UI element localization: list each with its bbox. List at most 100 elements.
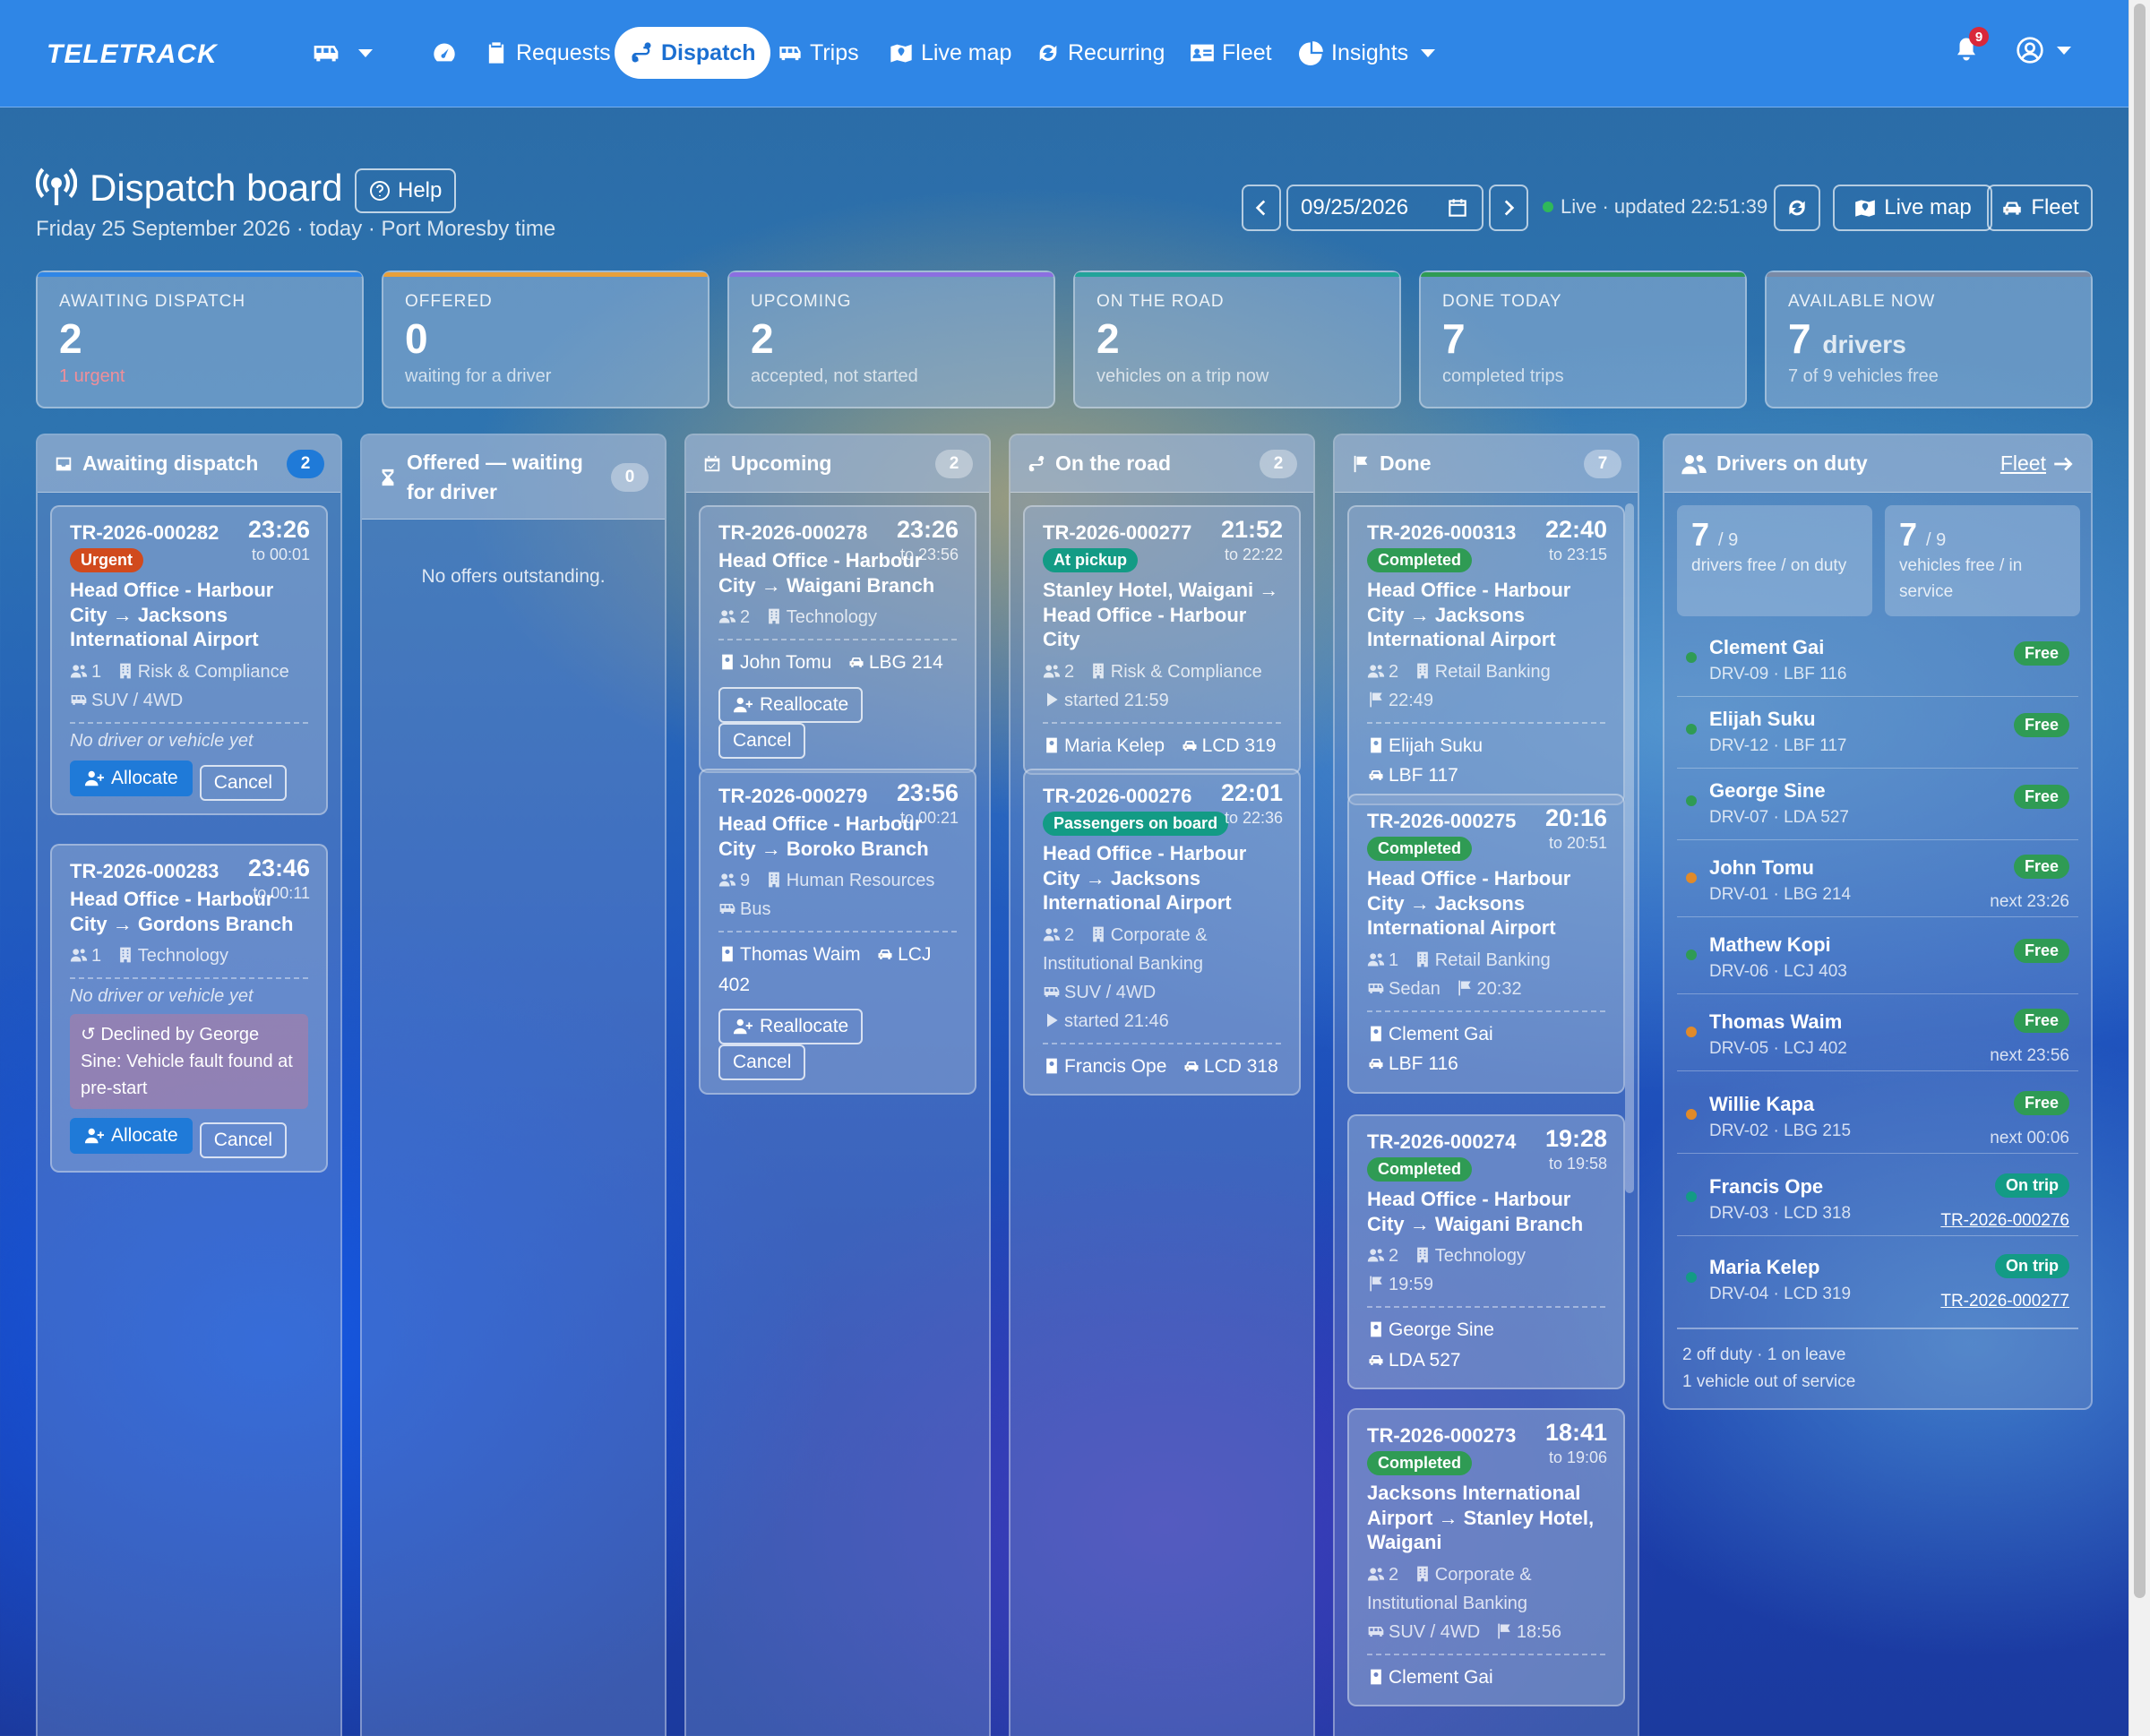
building-icon [1089,662,1107,680]
repeat-icon [1039,44,1057,62]
fleet-button[interactable]: Fleet [1987,185,2093,231]
nav-dispatch[interactable]: Dispatch [615,27,770,79]
driver-row[interactable]: Maria Kelep DRV-04 · LCD 319 On trip TR-202… [1677,1245,2078,1317]
next-day-button[interactable] [1489,185,1528,231]
stat-card[interactable]: UPCOMING 2 accepted, not started [727,271,1055,408]
cancel-button[interactable]: Cancel [718,722,806,759]
reallocate-label: Reallocate [760,1016,849,1037]
stat-card[interactable]: AVAILABLE NOW 7 drivers 7 of 9 vehicles fr… [1765,271,2093,408]
page-scrollbar[interactable] [2128,0,2150,1736]
cancel-button[interactable]: Cancel [199,764,288,801]
passenger-count: 2 [1389,1246,1399,1266]
nav-insights[interactable]: Insights [1285,27,1449,79]
nav-fleet-label: Fleet [1222,39,1272,65]
driver-row[interactable]: Willie Kapa DRV-02 · LBG 215 Free next 00:0… [1677,1082,2078,1154]
vehicle-type: SUV / 4WD [1064,982,1157,1002]
trip-card[interactable]: TR-2026-000273 18:41 to 19:06 Completed Jack… [1347,1408,1625,1707]
passenger-count: 2 [1389,1564,1399,1585]
stat-card[interactable]: AWAITING DISPATCH 2 1 urgent [36,271,364,408]
driver-row[interactable]: Clement Gai DRV-09 · LBF 116 Free [1677,625,2078,697]
current-trip-link[interactable]: TR-2026-000276 [1940,1211,2069,1231]
passengers-icon [1367,1246,1385,1264]
drivers-free-count: 7 [1691,516,1710,553]
driver-name: Maria Kelep [1709,1256,1820,1278]
column-offered: Offered — waiting for driver 0 No offers… [360,434,666,1736]
driver-row[interactable]: Francis Ope DRV-03 · LCD 318 On trip TR-202… [1677,1164,2078,1236]
card-divider [718,639,957,640]
fleet-link[interactable]: Fleet [2000,451,2075,476]
allocate-button[interactable]: Allocate [70,760,193,796]
cancel-button[interactable]: Cancel [718,1044,806,1081]
vehicle-menu[interactable] [292,27,387,79]
teletrack-logo[interactable]: TELETRACK [47,39,218,70]
stat-number: 7 [1442,315,1466,362]
current-trip-link[interactable]: TR-2026-000277 [1940,1292,2069,1311]
driver-code: DRV-07 · LDA 527 [1709,808,1849,827]
driver-name: Francis Ope [1709,1175,1824,1198]
trip-card[interactable]: TR-2026-000278 23:26 to 23:56 Head Office -… [699,505,976,773]
calendar-icon[interactable] [1446,196,1469,219]
column-drivers-on-duty: Drivers on duty Fleet 7 / 9 drivers free… [1663,434,2093,1410]
trip-id[interactable]: TR-2026-000277 [1043,521,1191,545]
driver-row[interactable]: Elijah Suku DRV-12 · LBF 117 Free [1677,697,2078,769]
trip-card[interactable]: TR-2026-000276 22:01 to 22:36 Passengers on… [1023,769,1301,1096]
car-icon [1181,736,1199,754]
trip-id[interactable]: TR-2026-000275 [1367,810,1516,833]
trip-card[interactable]: TR-2026-000274 19:28 to 19:58 Completed Head… [1347,1114,1625,1390]
passenger-count: 1 [1389,950,1399,970]
driver-row[interactable]: Thomas Waim DRV-05 · LCJ 402 Free next 23:5… [1677,1000,2078,1071]
user-menu[interactable] [2016,36,2071,64]
vehicle-type: SUV / 4WD [91,690,184,710]
gauge-icon [434,43,455,62]
cancel-label: Cancel [213,771,273,793]
user-plus-icon [84,769,104,788]
reallocate-button[interactable]: Reallocate [718,1009,864,1045]
trip-id[interactable]: TR-2026-000274 [1367,1130,1516,1154]
stat-card[interactable]: OFFERED 0 waiting for a driver [382,271,710,408]
arrow-right-icon: → [1259,579,1279,601]
driver-row[interactable]: George Sine DRV-07 · LDA 527 Free [1677,769,2078,840]
nav-live-map[interactable]: Live map [874,27,1026,79]
stat-card[interactable]: DONE TODAY 7 completed trips [1419,271,1747,408]
trip-card[interactable]: TR-2026-000275 20:16 to 20:51 Completed Head… [1347,794,1625,1094]
trip-card[interactable]: TR-2026-000277 21:52 to 22:22 At pickup Stan… [1023,505,1301,776]
scrollbar-thumb[interactable] [2134,4,2146,1598]
trip-card[interactable]: TR-2026-000283 23:46 to 00:11 Head Office -… [50,844,328,1173]
department: Retail Banking [1434,661,1551,682]
car-icon [778,40,803,65]
nav-trips[interactable]: Trips [763,27,873,79]
stat-card[interactable]: ON THE ROAD 2 vehicles on a trip now [1073,271,1401,408]
trip-id[interactable]: TR-2026-000276 [1043,785,1191,808]
trip-card[interactable]: TR-2026-000313 22:40 to 23:15 Completed Head… [1347,505,1625,805]
route-to: Waigani Branch [1434,1212,1584,1235]
stat-accent-bar [1075,272,1399,277]
trip-card[interactable]: TR-2026-000279 23:56 to 00:21 Head Office -… [699,769,976,1096]
prev-day-button[interactable] [1242,185,1281,231]
allocate-button[interactable]: Allocate [70,1118,193,1154]
refresh-button[interactable] [1774,185,1820,231]
notifications-button[interactable]: 9 [1953,27,1989,72]
driver-row[interactable]: John Tomu DRV-01 · LBG 214 Free next 23:26 [1677,846,2078,917]
trip-route: Head Office - Harbour City → Jacksons In… [1043,841,1281,915]
cancel-label: Cancel [733,1052,792,1073]
trip-id[interactable]: TR-2026-000313 [1367,521,1516,545]
date-input[interactable]: 09/25/2026 [1286,185,1484,231]
nav-recurring[interactable]: Recurring [1021,27,1179,79]
cancel-button[interactable]: Cancel [199,1122,288,1158]
trip-id[interactable]: TR-2026-000278 [718,521,867,545]
nav-requests[interactable]: Requests [469,27,625,79]
trip-card[interactable]: TR-2026-000282 23:26 to 00:01 Urgent Head Of… [50,505,328,815]
car-icon [1367,766,1385,784]
trip-id[interactable]: TR-2026-000279 [718,785,867,808]
help-button[interactable]: Help [355,168,457,213]
trip-id[interactable]: TR-2026-000282 [70,521,219,545]
nav-dashboard[interactable] [417,27,471,79]
done-scrollbar[interactable] [1625,503,1634,1193]
driver-row[interactable]: Mathew Kopi DRV-06 · LCJ 403 Free [1677,923,2078,994]
trip-id[interactable]: TR-2026-000283 [70,860,219,883]
reallocate-button[interactable]: Reallocate [718,686,864,723]
nav-fleet[interactable]: Fleet [1175,27,1286,79]
trip-id[interactable]: TR-2026-000273 [1367,1424,1516,1448]
date-value: 09/25/2026 [1301,195,1409,219]
live-map-button[interactable]: Live map [1833,185,1992,231]
